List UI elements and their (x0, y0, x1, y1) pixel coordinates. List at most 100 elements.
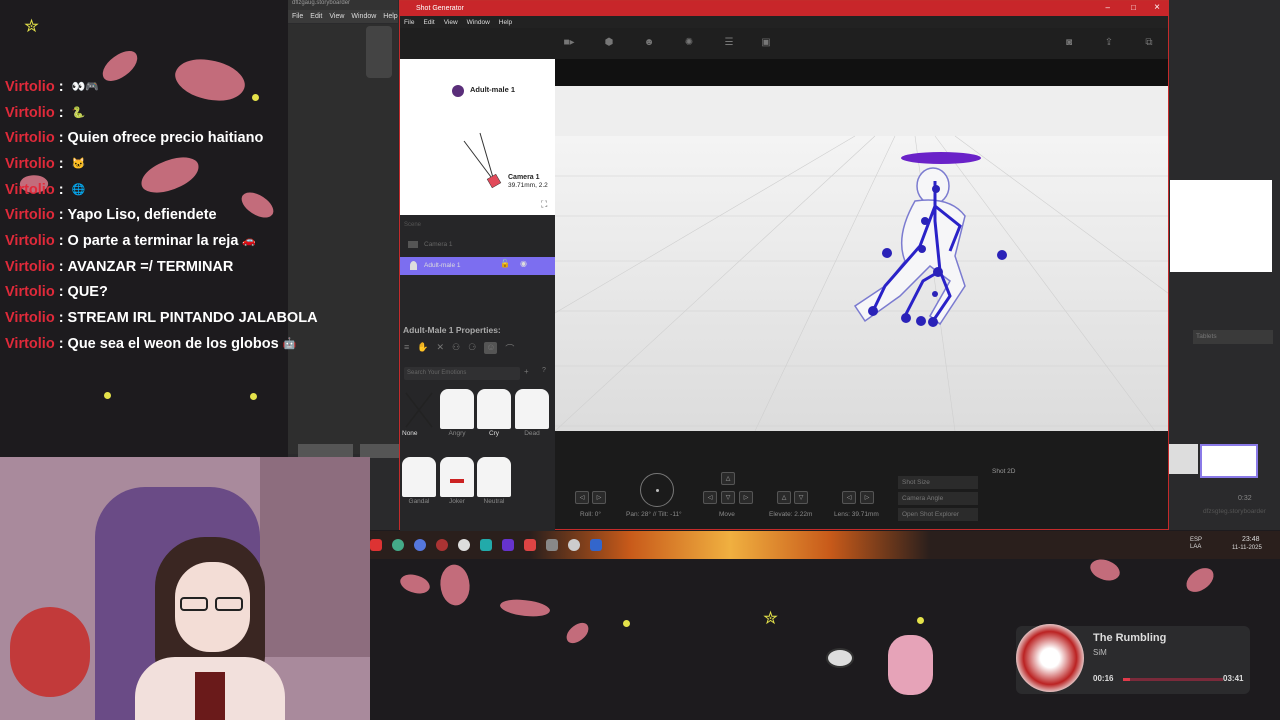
bg-button[interactable] (360, 444, 400, 458)
app-icon[interactable] (546, 539, 558, 551)
tablets-field[interactable]: Tablets (1193, 330, 1273, 344)
thumbnail-selected[interactable] (1200, 444, 1258, 478)
menu-view[interactable]: View (329, 13, 344, 20)
pencil-tool[interactable] (366, 26, 392, 78)
elevate-up-button[interactable]: △ (777, 491, 791, 504)
emotion-joker[interactable]: Joker (440, 457, 474, 507)
chibi-character (888, 635, 933, 695)
chat-username: Virtolio (5, 130, 55, 147)
chat-separator: : (58, 207, 68, 224)
selection-ring (901, 152, 981, 164)
scene-item-camera[interactable]: Camera 1 (400, 237, 555, 254)
vr-icon[interactable]: ◙ (1060, 37, 1078, 49)
app-icon[interactable] (502, 539, 514, 551)
app-icon[interactable] (370, 539, 382, 551)
chat-message: Virtolio: AVANZAR =/ TERMINAR (0, 254, 380, 280)
character-icon[interactable]: ☻ (640, 37, 658, 49)
lens-right-button[interactable]: ▷ (860, 491, 874, 504)
move-right-button[interactable]: ▷ (739, 491, 753, 504)
move-down-button[interactable]: ▽ (721, 491, 735, 504)
top-view-panel[interactable]: Adult-male 1 Camera 1 39.71mm, 2.2 ⛶ (400, 59, 555, 215)
3d-viewport[interactable] (555, 86, 1168, 431)
scene-label: Scene (404, 222, 422, 228)
emotion-cry[interactable]: Cry (477, 389, 511, 439)
chrome-icon[interactable] (392, 539, 404, 551)
language-indicator[interactable]: ESP LAA (1190, 537, 1202, 551)
light-icon[interactable]: ✺ (680, 37, 698, 49)
app-icon[interactable] (590, 539, 602, 551)
menu-help[interactable]: Help (383, 13, 397, 20)
emotion-angry[interactable]: Angry (440, 389, 474, 439)
list-icon[interactable]: ≡ (404, 342, 409, 354)
elevate-down-button[interactable]: ▽ (794, 491, 808, 504)
emotion-label: Cry (488, 430, 500, 437)
emotion-neutral[interactable]: Neutral (477, 457, 511, 507)
menu-edit[interactable]: Edit (310, 13, 322, 20)
window-icon[interactable]: ⧉ (1140, 37, 1158, 49)
chat-separator: : (58, 130, 68, 147)
chat-message: Virtolio: 🐱 (0, 151, 380, 177)
storyboarder-title: dflzgaug.storyboarder (288, 0, 398, 10)
file-label: dfzsgteg.storyboarder (1203, 508, 1266, 515)
object-icon[interactable]: ⬢ (600, 37, 618, 49)
emotion-none[interactable]: None (402, 389, 436, 439)
menu-file[interactable]: File (404, 19, 414, 26)
expand-icon[interactable]: ⛶ (541, 199, 547, 210)
eye-icon[interactable]: ◉ (520, 259, 527, 268)
obs-icon[interactable] (458, 539, 470, 551)
hair-icon[interactable]: ⌒ (505, 342, 514, 354)
clock-date[interactable]: 11-11-2025 (1232, 545, 1262, 551)
menu-window[interactable]: Window (351, 13, 376, 20)
add-icon[interactable]: + (524, 367, 529, 376)
close-button[interactable]: × (1154, 2, 1160, 13)
chat-separator: : (58, 155, 68, 172)
open-shot-explorer-button[interactable]: Open Shot Explorer (898, 508, 978, 521)
app-icon[interactable] (436, 539, 448, 551)
mask-icon[interactable]: ⚆ (468, 342, 476, 354)
move-up-button[interactable]: △ (721, 472, 735, 485)
app-icon[interactable] (414, 539, 426, 551)
clock-time[interactable]: 23:48 (1242, 536, 1260, 543)
chat-text: Yapo Liso, defiendete (67, 207, 217, 224)
window-titlebar[interactable]: Shot Generator – □ × (400, 1, 1168, 16)
maximize-button[interactable]: □ (1131, 3, 1136, 12)
group-icon[interactable]: ⚇ (452, 342, 460, 354)
roll-left-button[interactable]: ◁ (575, 491, 589, 504)
hand-icon[interactable]: ✋ (417, 342, 428, 354)
menu-view[interactable]: View (444, 19, 458, 26)
shot-size-button[interactable]: Shot Size (898, 476, 978, 489)
help-icon[interactable]: ? (542, 367, 546, 374)
menu-window[interactable]: Window (467, 19, 490, 26)
move-left-button[interactable]: ◁ (703, 491, 717, 504)
lock-icon[interactable]: 🔓 (500, 259, 510, 268)
scene-item-character[interactable]: Adult-male 1 (400, 257, 555, 275)
menu-file[interactable]: File (292, 13, 303, 20)
app-icon[interactable] (480, 539, 492, 551)
camera-angle-button[interactable]: Camera Angle (898, 492, 978, 505)
menu-help[interactable]: Help (499, 19, 512, 26)
star-icon: ✮ (24, 16, 40, 36)
emotion-gandal[interactable]: Gandal (402, 457, 436, 507)
bg-button[interactable] (298, 444, 353, 458)
progress-track[interactable] (1123, 678, 1223, 681)
menu-edit[interactable]: Edit (423, 19, 434, 26)
pan-tilt-knob[interactable] (640, 473, 674, 507)
lens-left-button[interactable]: ◁ (842, 491, 856, 504)
camera-icon[interactable]: ■▸ (560, 37, 578, 49)
chat-message: Virtolio: Yapo Liso, defiendete (0, 202, 380, 228)
character-marker[interactable] (452, 85, 464, 97)
emotion-tab-icon[interactable]: ☺ (484, 342, 498, 354)
minimize-button[interactable]: – (1106, 3, 1110, 12)
app-icon[interactable] (524, 539, 536, 551)
thumbnail[interactable] (1168, 444, 1198, 474)
emotion-search-input[interactable]: Search Your Emotions (404, 367, 520, 380)
volume-icon[interactable]: ☰ (720, 37, 738, 49)
pose-icon[interactable]: ✕ (436, 342, 444, 354)
export-icon[interactable]: ⇪ (1100, 37, 1118, 49)
emotion-dead[interactable]: Dead (515, 389, 549, 439)
roll-right-button[interactable]: ▷ (592, 491, 606, 504)
image-icon[interactable]: ▣ (757, 37, 775, 49)
app-icon[interactable] (568, 539, 580, 551)
chat-username: Virtolio (5, 310, 55, 327)
emotion-label: Neutral (483, 498, 505, 505)
